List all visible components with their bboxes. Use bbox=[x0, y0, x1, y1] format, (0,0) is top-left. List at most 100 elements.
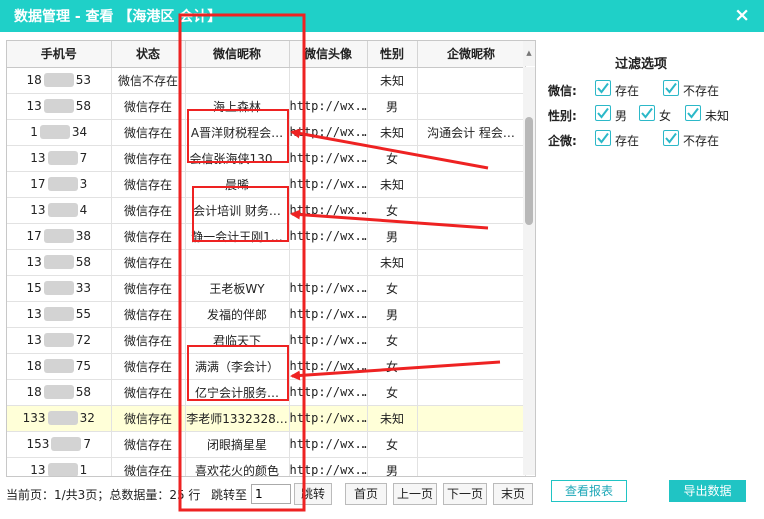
table-row[interactable]: 13 55 微信存在 发福的伴郎 http://wx.… 男 bbox=[7, 301, 526, 328]
close-icon[interactable]: × bbox=[734, 4, 750, 26]
checkbox-wecom-exists[interactable] bbox=[595, 130, 611, 146]
filter-label-wecom: 企微: bbox=[548, 134, 577, 148]
table-row[interactable]: 153 7 微信存在 闭眼摘星星 http://wx.… 女 bbox=[7, 431, 526, 458]
cell-gender: 男 bbox=[367, 457, 418, 476]
filter-row-gender: 性别: 男 女 未知 bbox=[548, 105, 758, 125]
phone-blur-mask bbox=[43, 229, 74, 244]
phone-prefix: 13 bbox=[26, 98, 42, 113]
prev-page-button[interactable]: 上一页 bbox=[393, 483, 437, 505]
table-row[interactable]: 1 34 微信存在 A晋洋财税程会… http://wx.… 未知 沟通会计 程会… bbox=[7, 119, 526, 146]
table-row[interactable]: 13 4 微信存在 会计培训 财务… http://wx.… 女 bbox=[7, 197, 526, 224]
phone-prefix: 153 bbox=[26, 436, 50, 451]
cell-gender: 女 bbox=[367, 145, 418, 172]
phone-blur-mask bbox=[43, 359, 74, 374]
export-data-button[interactable]: 导出数据 bbox=[669, 480, 746, 502]
column-header-wecom-nickname[interactable]: 企微昵称 bbox=[417, 41, 526, 68]
cell-wecom-nickname bbox=[417, 405, 526, 432]
cell-status: 微信存在 bbox=[111, 119, 186, 146]
checkbox-wechat-not-exists[interactable] bbox=[663, 80, 679, 96]
filter-row-wecom: 企微: 存在 不存在 bbox=[548, 130, 758, 150]
column-header-status[interactable]: 状态 bbox=[111, 41, 186, 68]
phone-blur-mask bbox=[43, 73, 74, 88]
column-header-phone[interactable]: 手机号 bbox=[7, 41, 112, 68]
checkbox-gender-male[interactable] bbox=[595, 105, 611, 121]
cell-status: 微信不存在 bbox=[111, 67, 186, 94]
next-page-button[interactable]: 下一页 bbox=[443, 483, 487, 505]
column-header-wechat-avatar[interactable]: 微信头像 bbox=[289, 41, 368, 68]
phone-suffix: 33 bbox=[75, 280, 92, 295]
phone-prefix: 18 bbox=[26, 72, 42, 87]
first-page-button[interactable]: 首页 bbox=[345, 483, 387, 505]
cell-wechat-nickname: 君临天下 bbox=[185, 327, 290, 354]
check-icon bbox=[665, 132, 677, 144]
last-page-button[interactable]: 末页 bbox=[493, 483, 533, 505]
cell-wechat-avatar: http://wx.… bbox=[289, 457, 368, 476]
jump-button[interactable]: 跳转 bbox=[294, 483, 332, 505]
cell-wechat-avatar: http://wx.… bbox=[289, 275, 368, 302]
cell-gender: 男 bbox=[367, 223, 418, 250]
phone-blur-mask bbox=[43, 281, 74, 296]
cell-phone: 13 7 bbox=[7, 145, 112, 172]
checkbox-wechat-exists[interactable] bbox=[595, 80, 611, 96]
check-icon bbox=[687, 107, 699, 119]
table-row[interactable]: 15 33 微信存在 王老板WY http://wx.… 女 bbox=[7, 275, 526, 302]
table-row[interactable]: 18 53 微信不存在 未知 bbox=[7, 67, 526, 94]
cell-wechat-nickname: 会计培训 财务… bbox=[185, 197, 290, 224]
filter-label-gender: 性别: bbox=[548, 109, 577, 123]
vertical-scrollbar[interactable] bbox=[523, 67, 535, 475]
phone-suffix: 4 bbox=[79, 202, 88, 217]
phone-suffix: 7 bbox=[79, 150, 88, 165]
checkbox-gender-female[interactable] bbox=[639, 105, 655, 121]
filter-row-wechat: 微信: 存在 不存在 bbox=[548, 80, 758, 100]
cell-status: 微信存在 bbox=[111, 457, 186, 476]
checkbox-gender-unknown[interactable] bbox=[685, 105, 701, 121]
cell-wechat-nickname: A晋洋财税程会… bbox=[185, 119, 290, 146]
phone-suffix: 58 bbox=[75, 384, 92, 399]
table-row[interactable]: 17 3 微信存在 晨晞 http://wx.… 未知 bbox=[7, 171, 526, 198]
cell-gender: 未知 bbox=[367, 249, 418, 276]
cell-wechat-avatar: http://wx.… bbox=[289, 93, 368, 120]
table-row[interactable]: 18 75 微信存在 满满（李会计） http://wx.… 女 bbox=[7, 353, 526, 380]
cell-status: 微信存在 bbox=[111, 145, 186, 172]
phone-prefix: 17 bbox=[26, 228, 42, 243]
table-row[interactable]: 13 58 微信存在 海上森林 http://wx.… 男 bbox=[7, 93, 526, 120]
cell-phone: 153 7 bbox=[7, 431, 112, 458]
cell-phone: 13 58 bbox=[7, 249, 112, 276]
cell-gender: 女 bbox=[367, 197, 418, 224]
view-report-button[interactable]: 查看报表 bbox=[551, 480, 627, 502]
checkbox-wecom-not-exists[interactable] bbox=[663, 130, 679, 146]
cell-wechat-nickname: 王老板WY bbox=[185, 275, 290, 302]
phone-blur-mask bbox=[47, 411, 78, 426]
column-header-wechat-nickname[interactable]: 微信昵称 bbox=[185, 41, 290, 68]
table-row[interactable]: 13 72 微信存在 君临天下 http://wx.… 女 bbox=[7, 327, 526, 354]
cell-phone: 133 32 bbox=[7, 405, 112, 432]
filter-panel: 过滤选项 微信: 存在 不存在 性别: 男 女 未知 企微: 存在 不存在 bbox=[545, 40, 764, 170]
cell-wechat-avatar bbox=[289, 249, 368, 276]
data-grid: 手机号 状态 微信昵称 微信头像 性别 企微昵称 18 53 微信不存在 未知 13 58… bbox=[6, 40, 536, 477]
scroll-up-icon[interactable]: ▲ bbox=[523, 41, 535, 66]
cell-gender: 男 bbox=[367, 301, 418, 328]
cell-wecom-nickname bbox=[417, 197, 526, 224]
cell-gender: 未知 bbox=[367, 119, 418, 146]
table-row[interactable]: 13 7 微信存在 会信张海侠130… http://wx.… 女 bbox=[7, 145, 526, 172]
phone-blur-mask bbox=[51, 437, 82, 452]
column-header-gender[interactable]: 性别 bbox=[367, 41, 418, 68]
cell-wechat-avatar: http://wx.… bbox=[289, 379, 368, 406]
cell-status: 微信存在 bbox=[111, 405, 186, 432]
phone-suffix: 34 bbox=[71, 124, 88, 139]
cell-status: 微信存在 bbox=[111, 275, 186, 302]
cell-phone: 13 58 bbox=[7, 93, 112, 120]
cell-wechat-avatar: http://wx.… bbox=[289, 119, 368, 146]
scrollbar-thumb[interactable] bbox=[525, 117, 533, 225]
cell-wecom-nickname bbox=[417, 67, 526, 94]
table-row[interactable]: 13 1 微信存在 喜欢花火的颜色 http://wx.… 男 bbox=[7, 457, 526, 476]
phone-blur-mask bbox=[47, 177, 78, 192]
jump-page-input[interactable] bbox=[251, 484, 291, 504]
table-row[interactable]: 133 32 微信存在 李老师1332328… http://wx.… 未知 bbox=[7, 405, 526, 432]
table-row[interactable]: 13 58 微信存在 未知 bbox=[7, 249, 526, 276]
table-row[interactable]: 17 38 微信存在 静一会计王刚1… http://wx.… 男 bbox=[7, 223, 526, 250]
label-wecom-exists: 存在 bbox=[615, 134, 640, 148]
table-row[interactable]: 18 58 微信存在 亿宁会计服务… http://wx.… 女 bbox=[7, 379, 526, 406]
phone-prefix: 133 bbox=[22, 410, 46, 425]
check-icon bbox=[597, 132, 609, 144]
